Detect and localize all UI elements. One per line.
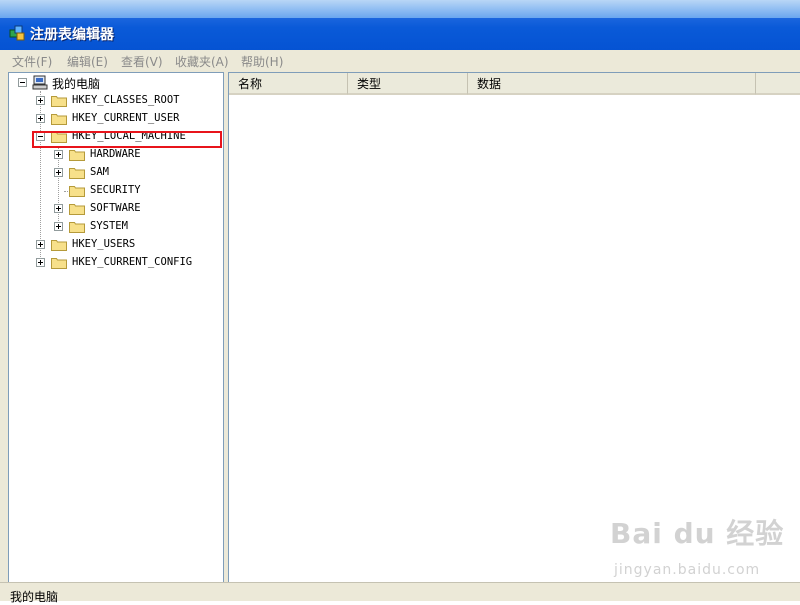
tree-item-hkey-classes-root[interactable]: HKEY_CLASSES_ROOT [35, 93, 220, 109]
tree-item-sam[interactable]: SAM [53, 165, 218, 181]
expand-icon[interactable] [54, 204, 63, 213]
folder-icon [69, 150, 85, 161]
menu-view[interactable]: 查看(V) [121, 53, 163, 70]
folder-icon [51, 114, 67, 125]
desktop-strip [0, 0, 800, 18]
tree-item-software[interactable]: SOFTWARE [53, 201, 218, 217]
tree-item-system[interactable]: SYSTEM [53, 219, 218, 235]
menu-help[interactable]: 帮助(H) [241, 53, 283, 70]
tree-item-label: HKEY_CURRENT_USER [72, 112, 180, 124]
registry-editor-icon [9, 25, 25, 41]
expand-icon[interactable] [36, 258, 45, 267]
folder-icon [69, 204, 85, 215]
menu-bar: 文件(F) 编辑(E) 查看(V) 收藏夹(A) 帮助(H) [0, 50, 800, 73]
title-bar: 注册表编辑器 [0, 0, 800, 50]
tree-item-label: SAM [90, 166, 109, 178]
collapse-icon[interactable] [18, 78, 27, 87]
column-header-name[interactable]: 名称 [229, 73, 348, 95]
values-list[interactable]: 名称 类型 数据 [228, 72, 800, 583]
menu-edit[interactable]: 编辑(E) [67, 53, 108, 70]
expand-icon[interactable] [54, 150, 63, 159]
tree-item-label: SECURITY [90, 184, 141, 196]
status-text: 我的电脑 [10, 590, 59, 604]
expand-icon[interactable] [36, 240, 45, 249]
folder-icon [69, 186, 85, 197]
tree-item-security[interactable]: SECURITY [53, 183, 218, 199]
window-frame-left [0, 72, 8, 582]
baidu-watermark: Bai du 经验 jingyan.baidu.com [610, 512, 785, 578]
highlight-box [32, 131, 222, 148]
menu-file[interactable]: 文件(F) [12, 53, 52, 70]
folder-icon [69, 222, 85, 233]
tree-item-label: SYSTEM [90, 220, 128, 232]
folder-icon [69, 168, 85, 179]
tree-item-hkey-current-user[interactable]: HKEY_CURRENT_USER [35, 111, 220, 127]
tree-item-hkey-users[interactable]: HKEY_USERS [35, 237, 220, 253]
tree-item-label: HKEY_CURRENT_CONFIG [72, 256, 193, 268]
computer-icon [32, 75, 48, 90]
tree-root-label: 我的电脑 [52, 77, 101, 91]
menu-favorites[interactable]: 收藏夹(A) [175, 53, 229, 70]
registry-tree[interactable]: 我的电脑 HKEY_CLASSES_ROOT HKEY_CURRENT_USER… [8, 72, 224, 584]
tree-item-label: SOFTWARE [90, 202, 141, 214]
tree-item-label: HKEY_USERS [72, 238, 136, 250]
tree-item-label: HKEY_CLASSES_ROOT [72, 94, 180, 106]
column-header-type[interactable]: 类型 [348, 73, 468, 95]
column-header-data[interactable]: 数据 [468, 73, 756, 95]
window-title: 注册表编辑器 [30, 27, 114, 43]
tree-item-label: HARDWARE [90, 148, 141, 160]
tree-item-hardware[interactable]: HARDWARE [53, 147, 218, 163]
watermark-url: jingyan.baidu.com [614, 562, 761, 578]
tree-item-my-computer[interactable]: 我的电脑 [17, 75, 217, 91]
folder-icon [51, 240, 67, 251]
status-bar: 我的电脑 [0, 582, 800, 604]
folder-icon [51, 258, 67, 269]
expand-icon[interactable] [36, 114, 45, 123]
expand-icon[interactable] [36, 96, 45, 105]
tree-item-hkey-current-config[interactable]: HKEY_CURRENT_CONFIG [35, 255, 220, 271]
expand-icon[interactable] [54, 168, 63, 177]
column-header-filler [756, 73, 800, 95]
expand-icon[interactable] [54, 222, 63, 231]
watermark-brand: Bai du 经验 [610, 517, 785, 550]
folder-icon [51, 96, 67, 107]
